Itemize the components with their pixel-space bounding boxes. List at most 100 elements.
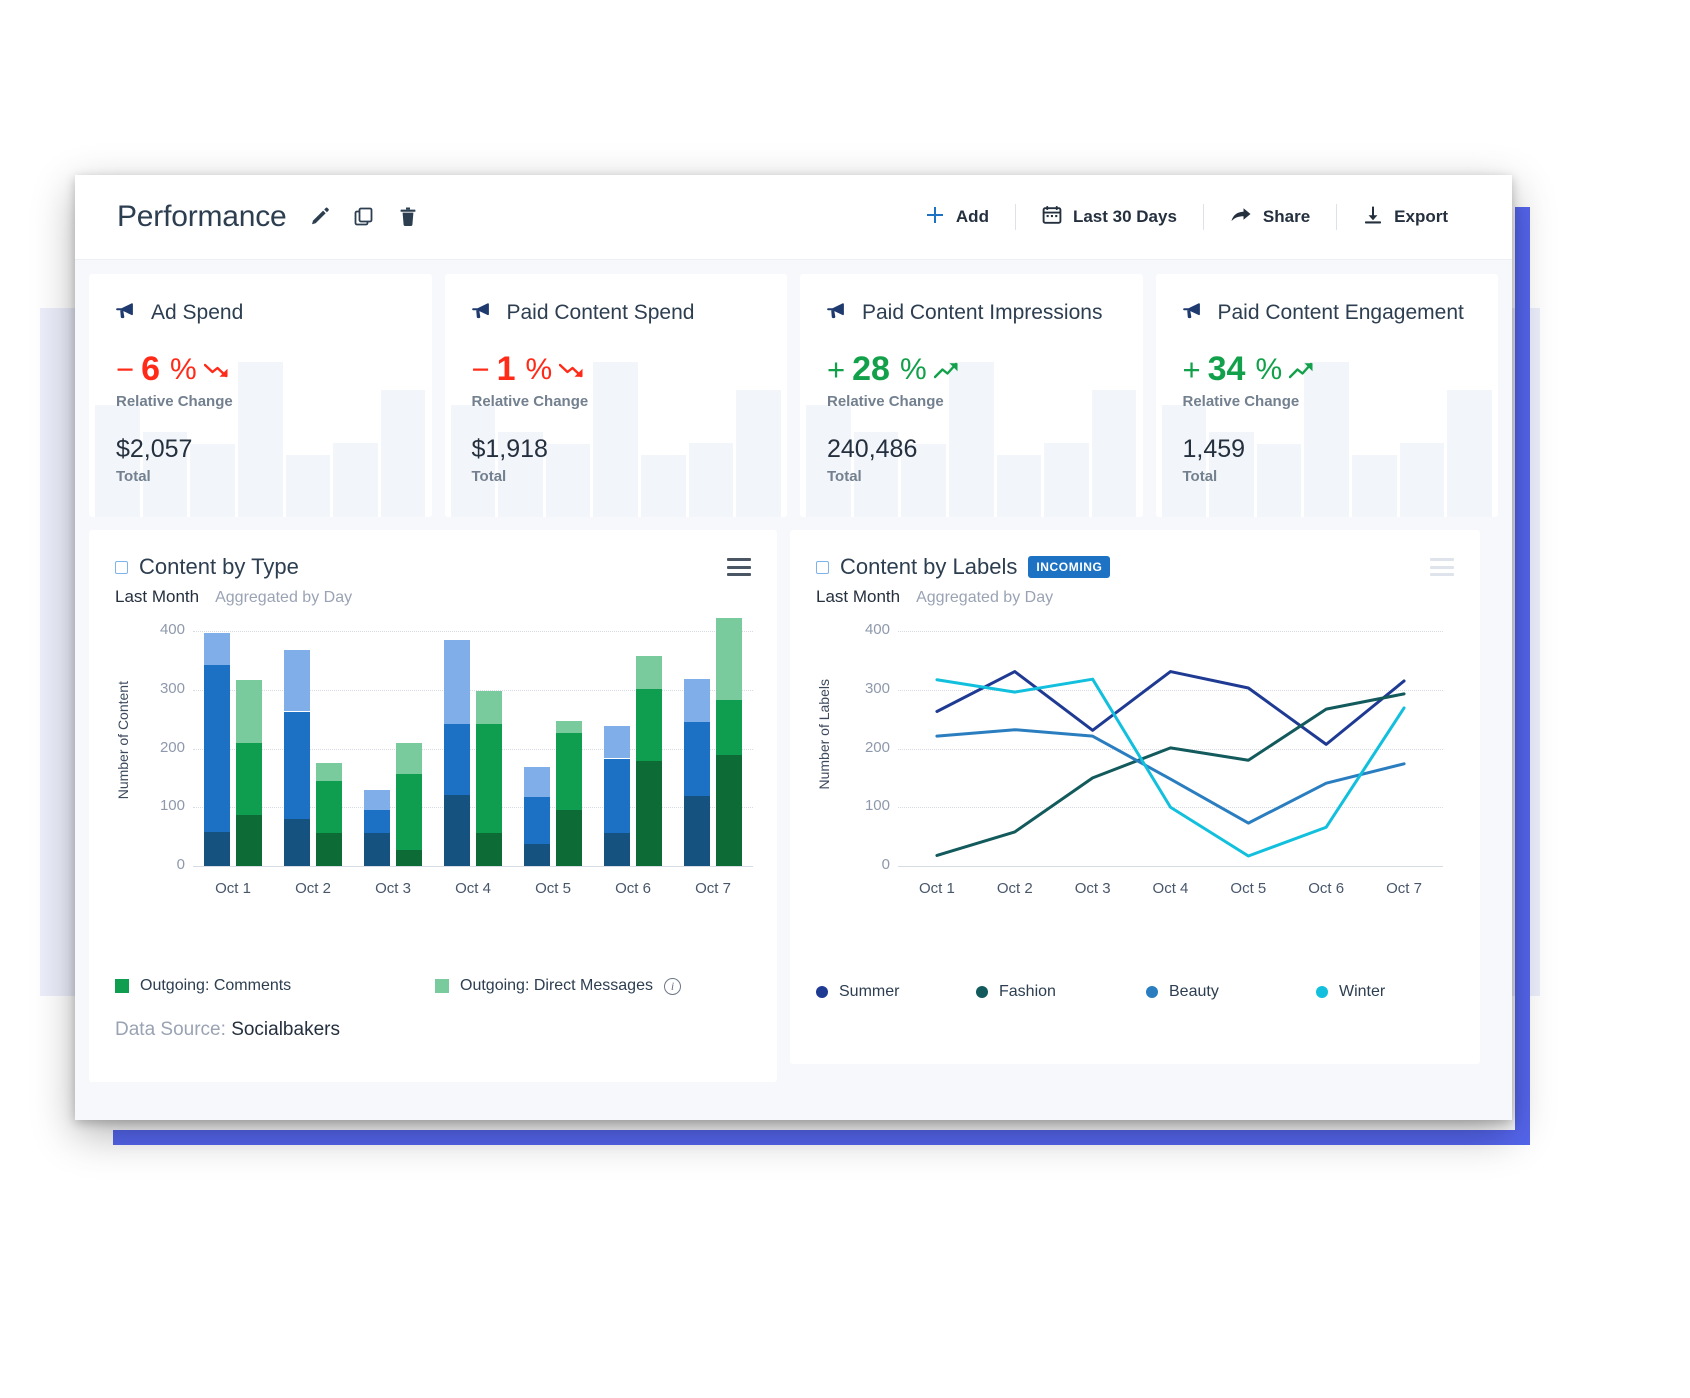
kpi-change-number: 34 bbox=[1208, 352, 1246, 388]
chart-square-icon bbox=[816, 561, 829, 574]
kpi-total-label: Total bbox=[827, 468, 1143, 485]
share-button-label: Share bbox=[1263, 207, 1310, 227]
kpi-relative-change-value: +34% bbox=[1183, 352, 1499, 388]
kpi-total-label: Total bbox=[1183, 468, 1499, 485]
legend-item-summer[interactable]: Summer bbox=[816, 983, 976, 1001]
kpi-change-sign: + bbox=[1183, 354, 1201, 387]
bar-outgoing[interactable] bbox=[476, 691, 502, 866]
kpi-card: Paid Content Spend −1%Relative Change$1,9… bbox=[445, 274, 788, 517]
x-axis-tick-label: Oct 4 bbox=[1132, 880, 1210, 897]
bar-segment bbox=[524, 844, 550, 866]
bar-segment bbox=[316, 763, 342, 781]
delete-icon[interactable] bbox=[397, 206, 419, 228]
bar-outgoing[interactable] bbox=[316, 763, 342, 866]
kpi-change-unit: % bbox=[170, 354, 197, 386]
share-button[interactable]: Share bbox=[1204, 205, 1336, 230]
calendar-icon bbox=[1042, 205, 1062, 230]
bar-outgoing[interactable] bbox=[556, 721, 582, 866]
dashboard-body: Ad Spend−6%Relative Change$2,057TotalPai… bbox=[75, 260, 1512, 1120]
kpi-metrics: −6%Relative Change$2,057Total bbox=[116, 352, 432, 485]
bar-segment bbox=[476, 691, 502, 724]
bar-segment bbox=[236, 815, 262, 866]
bar-segment bbox=[204, 633, 230, 665]
content-by-labels-legend: SummerFashionBeautyWinter bbox=[816, 983, 1454, 1001]
legend-swatch bbox=[816, 986, 828, 998]
kpi-change-unit: % bbox=[526, 354, 553, 386]
bar-outgoing[interactable] bbox=[636, 656, 662, 866]
chart-row: Content by Type Last Month Aggregated by… bbox=[89, 530, 1498, 1082]
x-axis-tick-label: Oct 1 bbox=[898, 880, 976, 897]
hamburger-menu-icon[interactable] bbox=[1430, 558, 1454, 576]
kpi-metrics: −1%Relative Change$1,918Total bbox=[472, 352, 788, 485]
x-axis-tick-label: Oct 2 bbox=[976, 880, 1054, 897]
kpi-card: Paid Content Engagement+34%Relative Chan… bbox=[1156, 274, 1499, 517]
x-axis-tick-label: Oct 5 bbox=[1209, 880, 1287, 897]
kpi-total-label: Total bbox=[116, 468, 432, 485]
content-by-type-header: Content by Type bbox=[115, 554, 751, 580]
bar-segment bbox=[604, 833, 630, 866]
app-header: Performance Add bbox=[75, 175, 1512, 260]
bar-segment bbox=[684, 796, 710, 866]
info-icon[interactable]: i bbox=[664, 978, 681, 995]
content-by-labels-plot: Number of Labels 0100200300400Oct 1Oct 2… bbox=[816, 621, 1454, 921]
add-button-label: Add bbox=[956, 207, 989, 227]
line-series[interactable] bbox=[937, 694, 1404, 856]
kpi-title: Paid Content Impressions bbox=[862, 301, 1102, 325]
kpi-header: Paid Content Impressions bbox=[827, 301, 1143, 325]
y-axis-tick-label: 200 bbox=[141, 739, 185, 756]
export-button[interactable]: Export bbox=[1337, 205, 1474, 230]
kpi-total-value: $2,057 bbox=[116, 435, 432, 464]
x-axis-tick-label: Oct 7 bbox=[1365, 880, 1443, 897]
bar-incoming[interactable] bbox=[684, 679, 710, 866]
bar-segment bbox=[236, 680, 262, 743]
data-source-value: Socialbakers bbox=[231, 1019, 340, 1040]
megaphone-icon bbox=[827, 302, 849, 325]
bar-segment bbox=[444, 724, 470, 795]
x-axis-tick-label: Oct 2 bbox=[273, 880, 353, 897]
edit-icon[interactable] bbox=[309, 206, 331, 228]
content-by-labels-period: Last Month bbox=[816, 587, 900, 607]
legend-item-outgoing-comments[interactable]: Outgoing: Comments bbox=[115, 977, 435, 995]
legend-item-beauty[interactable]: Beauty bbox=[1146, 983, 1316, 1001]
hamburger-menu-icon[interactable] bbox=[727, 558, 751, 576]
legend-item-fashion[interactable]: Fashion bbox=[976, 983, 1146, 1001]
megaphone-icon bbox=[116, 302, 138, 325]
y-axis-tick-label: 400 bbox=[141, 621, 185, 638]
legend-item-outgoing-direct-messages[interactable]: Outgoing: Direct Messages i bbox=[435, 977, 681, 995]
content-by-labels-card: Content by Labels INCOMING Last Month Ag… bbox=[790, 530, 1480, 1064]
kpi-relative-change-label: Relative Change bbox=[827, 393, 1143, 410]
x-axis-tick-label: Oct 1 bbox=[193, 880, 273, 897]
kpi-header: Paid Content Engagement bbox=[1183, 301, 1499, 325]
kpi-title: Paid Content Spend bbox=[507, 301, 695, 325]
bar-incoming[interactable] bbox=[204, 633, 230, 866]
bar-segment bbox=[604, 759, 630, 834]
decorative-accent-bar-right bbox=[1515, 207, 1530, 1145]
bar-outgoing[interactable] bbox=[716, 618, 742, 866]
line-series-group bbox=[816, 621, 1473, 876]
bar-segment bbox=[556, 721, 582, 732]
gridline bbox=[193, 807, 753, 808]
bar-incoming[interactable] bbox=[524, 767, 550, 866]
bar-incoming[interactable] bbox=[604, 726, 630, 866]
bar-incoming[interactable] bbox=[444, 640, 470, 866]
add-button[interactable]: Add bbox=[899, 205, 1015, 230]
bar-segment bbox=[364, 810, 390, 832]
bar-outgoing[interactable] bbox=[396, 743, 422, 866]
content-by-type-subtitle: Last Month Aggregated by Day bbox=[115, 587, 751, 607]
line-series[interactable] bbox=[937, 679, 1404, 856]
bar-segment bbox=[684, 679, 710, 722]
y-axis-tick-label: 300 bbox=[141, 680, 185, 697]
duplicate-icon[interactable] bbox=[353, 206, 375, 228]
date-range-button[interactable]: Last 30 Days bbox=[1016, 205, 1203, 230]
bar-incoming[interactable] bbox=[364, 790, 390, 866]
page-title: Performance bbox=[117, 200, 287, 234]
legend-item-winter[interactable]: Winter bbox=[1316, 983, 1385, 1001]
content-by-labels-subtitle: Last Month Aggregated by Day bbox=[816, 587, 1454, 607]
plus-icon bbox=[925, 205, 945, 230]
legend-swatch bbox=[976, 986, 988, 998]
bar-incoming[interactable] bbox=[284, 650, 310, 866]
x-axis-tick-label: Oct 4 bbox=[433, 880, 513, 897]
line-series[interactable] bbox=[937, 730, 1404, 823]
legend-label: Outgoing: Direct Messages bbox=[460, 977, 653, 995]
bar-outgoing[interactable] bbox=[236, 680, 262, 866]
